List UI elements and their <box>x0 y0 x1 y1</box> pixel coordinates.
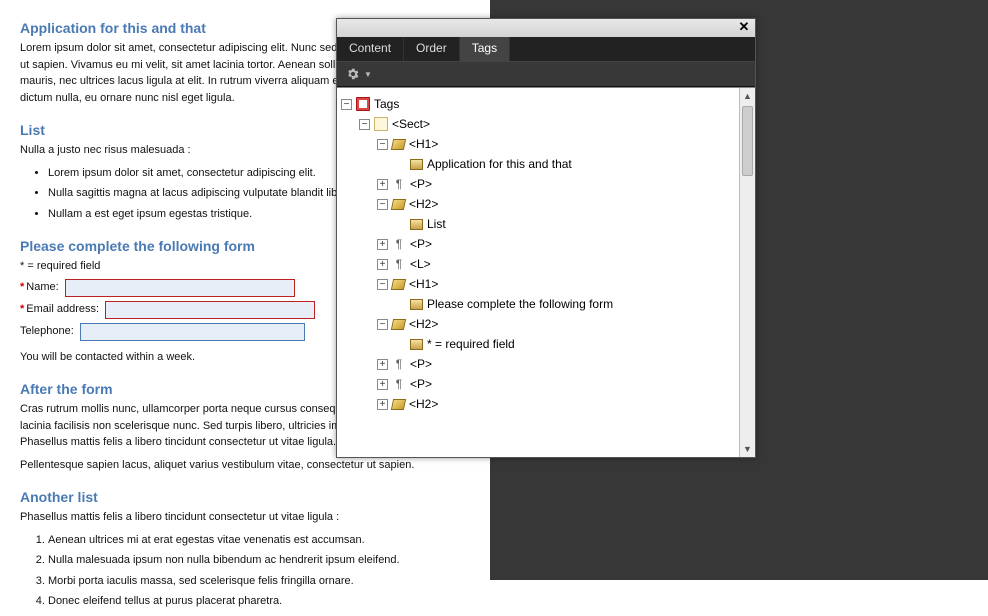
email-label: *Email address: <box>20 301 99 318</box>
chevron-down-icon[interactable]: ▼ <box>364 70 372 79</box>
tab-order[interactable]: Order <box>404 37 460 61</box>
tree-node[interactable]: + <P> <box>341 374 735 394</box>
tree-node-sect[interactable]: − <Sect> <box>341 114 735 134</box>
gear-icon[interactable] <box>345 66 361 82</box>
tree-label: <P> <box>410 357 432 371</box>
name-label: *Name: <box>20 279 59 296</box>
collapse-icon[interactable]: − <box>377 139 388 150</box>
tab-content[interactable]: Content <box>337 37 404 61</box>
tree-label: <P> <box>410 377 432 391</box>
tree-label: Tags <box>374 97 399 111</box>
tags-tree[interactable]: − Tags − <Sect> − <H1> Application for thi… <box>337 88 739 457</box>
tree-node[interactable]: List <box>341 214 735 234</box>
box-icon <box>410 299 423 310</box>
tags-panel: ✕ Content Order Tags ▼ − Tags − <Sect> −… <box>336 18 756 458</box>
twisty-none <box>395 339 406 350</box>
tel-input[interactable] <box>80 323 305 341</box>
tree-label: <Sect> <box>392 117 430 131</box>
collapse-icon[interactable]: − <box>377 199 388 210</box>
tree-node[interactable]: − <H2> <box>341 314 735 334</box>
tree-label: <P> <box>410 177 432 191</box>
tree-label: Application for this and that <box>427 157 572 171</box>
tree-label: * = required field <box>427 337 515 351</box>
expand-icon[interactable]: + <box>377 179 388 190</box>
box-icon <box>410 339 423 350</box>
vertical-scrollbar[interactable]: ▲ ▼ <box>739 88 755 457</box>
panel-toolbar: ▼ <box>337 61 755 87</box>
tree-node[interactable]: + <P> <box>341 354 735 374</box>
scroll-thumb[interactable] <box>742 106 753 176</box>
close-icon[interactable]: ✕ <box>737 20 751 34</box>
email-input[interactable] <box>105 301 315 319</box>
scroll-down-icon[interactable]: ▼ <box>740 441 755 457</box>
tree-node[interactable]: − <H2> <box>341 194 735 214</box>
required-asterisk: * <box>20 303 24 315</box>
list-item: Donec eleifend tellus at purus placerat … <box>48 593 510 610</box>
tel-label: Telephone: <box>20 323 74 340</box>
tag-icon <box>391 139 406 150</box>
expand-icon[interactable]: + <box>377 239 388 250</box>
tag-icon <box>391 319 406 330</box>
tree-label: List <box>427 217 446 231</box>
tab-tags[interactable]: Tags <box>460 37 510 61</box>
paragraph: Pellentesque sapien lacus, aliquet variu… <box>20 457 510 474</box>
collapse-icon[interactable]: − <box>359 119 370 130</box>
tree-label: <H1> <box>409 277 438 291</box>
tree-root[interactable]: − Tags <box>341 94 735 114</box>
tree-node[interactable]: Please complete the following form <box>341 294 735 314</box>
paragraph-icon <box>392 377 406 391</box>
panel-titlebar[interactable]: ✕ <box>337 19 755 37</box>
twisty-none <box>395 159 406 170</box>
list-item: Aenean ultrices mi at erat egestas vitae… <box>48 532 510 549</box>
tree-node[interactable]: + <H2> <box>341 394 735 414</box>
twisty-none <box>395 299 406 310</box>
paragraph-icon <box>392 237 406 251</box>
box-icon <box>410 159 423 170</box>
expand-icon[interactable]: + <box>377 379 388 390</box>
paragraph: Phasellus mattis felis a libero tincidun… <box>20 509 510 526</box>
tree-node[interactable]: + <P> <box>341 174 735 194</box>
expand-icon[interactable]: + <box>377 259 388 270</box>
tree-label: <H2> <box>409 197 438 211</box>
heading-another: Another list <box>20 489 510 505</box>
twisty-none <box>395 219 406 230</box>
collapse-icon[interactable]: − <box>377 319 388 330</box>
tree-node[interactable]: + <L> <box>341 254 735 274</box>
paragraph-icon <box>392 357 406 371</box>
tree-node[interactable]: + <P> <box>341 234 735 254</box>
panel-tabs: Content Order Tags <box>337 37 755 61</box>
required-asterisk: * <box>20 281 24 293</box>
box-icon <box>410 219 423 230</box>
scroll-up-icon[interactable]: ▲ <box>740 88 755 104</box>
tag-icon <box>391 279 406 290</box>
paragraph-icon <box>392 177 406 191</box>
paragraph-icon <box>392 257 406 271</box>
name-input[interactable] <box>65 279 295 297</box>
tree-label: <H2> <box>409 397 438 411</box>
list-item: Morbi porta iaculis massa, sed scelerisq… <box>48 573 510 590</box>
tree-container: − Tags − <Sect> − <H1> Application for thi… <box>337 87 755 457</box>
tree-label: <H2> <box>409 317 438 331</box>
tree-label: Please complete the following form <box>427 297 613 311</box>
expand-icon[interactable]: + <box>377 359 388 370</box>
pdf-icon <box>356 97 370 111</box>
tree-node[interactable]: − <H1> <box>341 274 735 294</box>
tree-node[interactable]: * = required field <box>341 334 735 354</box>
tag-icon <box>391 199 406 210</box>
tag-icon <box>391 399 406 410</box>
list-item: Nulla malesuada ipsum non nulla bibendum… <box>48 552 510 569</box>
section-icon <box>374 117 388 131</box>
tree-node[interactable]: − <H1> <box>341 134 735 154</box>
tree-label: <P> <box>410 237 432 251</box>
collapse-icon[interactable]: − <box>377 279 388 290</box>
tree-node[interactable]: Application for this and that <box>341 154 735 174</box>
tree-label: <L> <box>410 257 431 271</box>
expand-icon[interactable]: + <box>377 399 388 410</box>
tree-label: <H1> <box>409 137 438 151</box>
ordered-list: Aenean ultrices mi at erat egestas vitae… <box>48 532 510 610</box>
collapse-icon[interactable]: − <box>341 99 352 110</box>
